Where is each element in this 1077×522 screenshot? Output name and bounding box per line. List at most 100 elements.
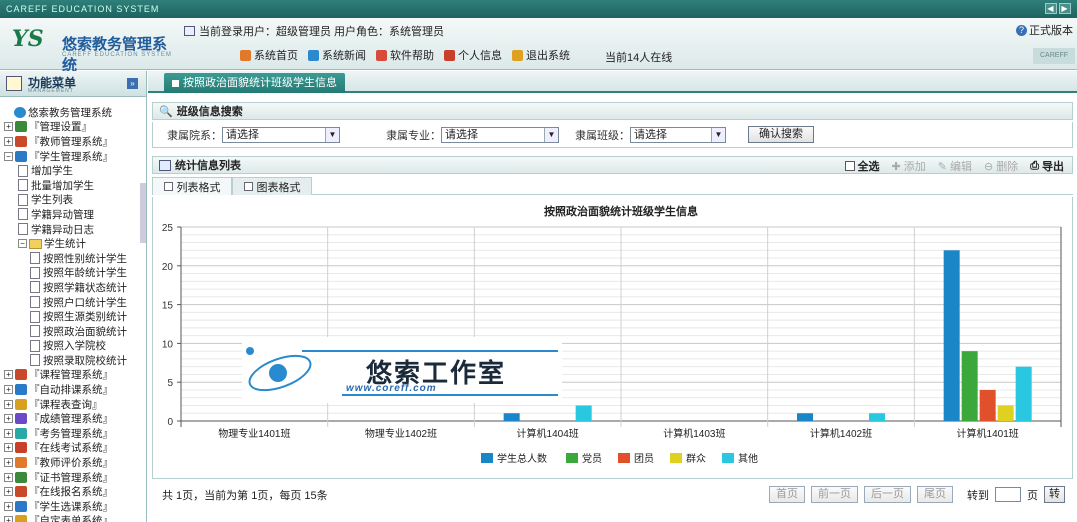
nav-home[interactable]: 系统首页 <box>240 47 298 63</box>
chevron-down-icon: ▼ <box>544 127 558 142</box>
sidebar-item[interactable]: − 学生统计 <box>0 236 146 251</box>
expand-icon[interactable]: + <box>4 472 13 482</box>
expand-icon[interactable]: + <box>4 370 13 380</box>
sidebar-item[interactable]: 按照学籍状态统计 <box>0 280 146 295</box>
sidebar-item[interactable]: + 『证书管理系统』 <box>0 470 146 485</box>
sidebar-item[interactable]: 按照户口统计学生 <box>0 295 146 310</box>
sidebar-item-label: 『在线报名系统』 <box>29 486 113 499</box>
version-link[interactable]: ? 正式版本 <box>1016 22 1073 38</box>
sidebar-item[interactable]: 按照性别统计学生 <box>0 251 146 266</box>
edit-button[interactable]: ✎ 编辑 <box>938 158 972 174</box>
sidebar-item[interactable]: 按照生源类别统计 <box>0 309 146 324</box>
tab-political-stats[interactable]: 按照政治面貌统计班级学生信息 <box>164 73 345 93</box>
collapse-icon[interactable]: » <box>127 78 138 89</box>
prev-page-button[interactable]: 前一页 <box>811 486 858 503</box>
expand-icon[interactable]: + <box>4 136 13 146</box>
sidebar-item[interactable]: + 『课程管理系统』 <box>0 368 146 383</box>
sidebar-item[interactable]: 悠索教务管理系统 <box>0 105 146 120</box>
document-icon <box>30 266 40 279</box>
sidebar-item[interactable]: 增加学生 <box>0 163 146 178</box>
y-tick-label: 10 <box>162 339 174 350</box>
sidebar-item[interactable]: + 『成绩管理系统』 <box>0 411 146 426</box>
sidebar-item[interactable]: + 『学生选课系统』 <box>0 499 146 514</box>
sidebar-item[interactable]: + 『考务管理系统』 <box>0 426 146 441</box>
add-button[interactable]: ✚ 添加 <box>892 158 926 174</box>
dept-select[interactable]: 请选择 ▼ <box>222 126 340 143</box>
confirm-search-button[interactable]: 确认搜索 <box>748 126 814 143</box>
expand-icon[interactable]: + <box>4 428 13 438</box>
user-icon <box>444 49 455 61</box>
sidebar-item[interactable]: 按照年龄统计学生 <box>0 266 146 281</box>
sidebar-item[interactable]: + 『教师管理系统』 <box>0 134 146 149</box>
sidebar-item[interactable]: 学生列表 <box>0 193 146 208</box>
edit-label: 编辑 <box>949 161 972 173</box>
expand-icon[interactable]: + <box>4 122 13 132</box>
sidebar-item[interactable]: 批量增加学生 <box>0 178 146 193</box>
bar <box>1015 366 1032 421</box>
tab-list-format[interactable]: 列表格式 <box>152 177 232 195</box>
expand-icon[interactable]: + <box>4 443 13 453</box>
expand-icon[interactable]: + <box>4 458 13 468</box>
sidebar-item[interactable]: 按照录取院校统计 <box>0 353 146 368</box>
scroll-left-icon[interactable]: ◀ <box>1045 3 1057 14</box>
sidebar-item[interactable]: 学籍异动日志 <box>0 222 146 237</box>
nav-news[interactable]: 系统新闻 <box>308 47 366 63</box>
collapse-icon[interactable]: − <box>18 239 27 249</box>
expand-icon[interactable]: + <box>4 516 13 522</box>
page-number-input[interactable] <box>995 487 1021 502</box>
select-all-checkbox[interactable]: 全选 <box>844 158 880 174</box>
x-tick-label: 物理专业1402班 <box>365 427 437 440</box>
sidebar-item[interactable]: − 『学生管理系统』 <box>0 149 146 164</box>
last-page-button[interactable]: 尾页 <box>917 486 953 503</box>
sidebar-item[interactable]: 按照入学院校 <box>0 339 146 354</box>
sidebar-item[interactable]: + 『在线报名系统』 <box>0 484 146 499</box>
document-icon <box>30 281 40 294</box>
sidebar-item-label: 学生统计 <box>44 238 86 251</box>
sidebar-item[interactable]: + 『在线考试系统』 <box>0 441 146 456</box>
document-icon <box>30 339 40 352</box>
sidebar-item[interactable]: + 『教师评价系统』 <box>0 455 146 470</box>
sidebar-item[interactable]: + 『课程表查询』 <box>0 397 146 412</box>
expand-icon[interactable]: + <box>4 487 13 497</box>
go-button[interactable]: 转 <box>1044 486 1065 503</box>
export-button[interactable]: ⎙ 导出 <box>1030 158 1064 174</box>
class-select[interactable]: 请选择 ▼ <box>630 126 726 143</box>
scroll-right-icon[interactable]: ▶ <box>1059 3 1071 14</box>
sidebar-item[interactable]: + 『管理设置』 <box>0 120 146 135</box>
sidebar-item-label: 『学生选课系统』 <box>29 500 113 513</box>
first-page-button[interactable]: 首页 <box>769 486 805 503</box>
nav-logout[interactable]: 退出系统 <box>512 47 570 63</box>
legend-swatch <box>618 453 630 463</box>
nav-profile[interactable]: 个人信息 <box>444 47 502 63</box>
bar <box>997 405 1014 421</box>
sidebar-item-label: 学籍异动日志 <box>31 223 94 236</box>
collapse-icon[interactable]: − <box>4 151 13 161</box>
sidebar-item[interactable]: + 『自动排课系统』 <box>0 382 146 397</box>
document-icon <box>30 325 40 338</box>
tab-chart-format[interactable]: 图表格式 <box>232 177 312 195</box>
sidebar-item-label: 学籍异动管理 <box>31 208 94 221</box>
expand-icon[interactable]: + <box>4 385 13 395</box>
view-tabs: 列表格式 图表格式 <box>152 177 1073 195</box>
list-icon <box>163 182 173 191</box>
sidebar-item-label: 按照学籍状态统计 <box>43 281 127 294</box>
legend-label: 学生总人数 <box>497 452 547 465</box>
major-select[interactable]: 请选择 ▼ <box>441 126 559 143</box>
sidebar-item-label: 『成绩管理系统』 <box>29 413 113 426</box>
sidebar-item[interactable]: + 『自定表单系统』 <box>0 514 146 522</box>
sidebar-subtitle: MANAGEMENT <box>28 88 74 94</box>
nav-help[interactable]: 软件帮助 <box>376 47 434 63</box>
expand-icon[interactable]: + <box>4 414 13 424</box>
expand-icon[interactable]: + <box>4 399 13 409</box>
sidebar-item[interactable]: 学籍异动管理 <box>0 207 146 222</box>
sidebar-scrollbar[interactable] <box>140 183 146 243</box>
delete-button[interactable]: ⊖ 删除 <box>984 158 1018 174</box>
module-icon <box>15 486 27 498</box>
monitor-icon <box>184 26 195 36</box>
sidebar-item[interactable]: 按照政治面貌统计 <box>0 324 146 339</box>
app-logo: YS 悠索教务管理系统 CAREFF EDUCATION SYSTEM <box>12 26 177 74</box>
plus-icon: ✚ <box>891 160 901 173</box>
next-page-button[interactable]: 后一页 <box>864 486 911 503</box>
expand-icon[interactable]: + <box>4 501 13 511</box>
sidebar-item-label: 悠索教务管理系统 <box>28 106 112 119</box>
